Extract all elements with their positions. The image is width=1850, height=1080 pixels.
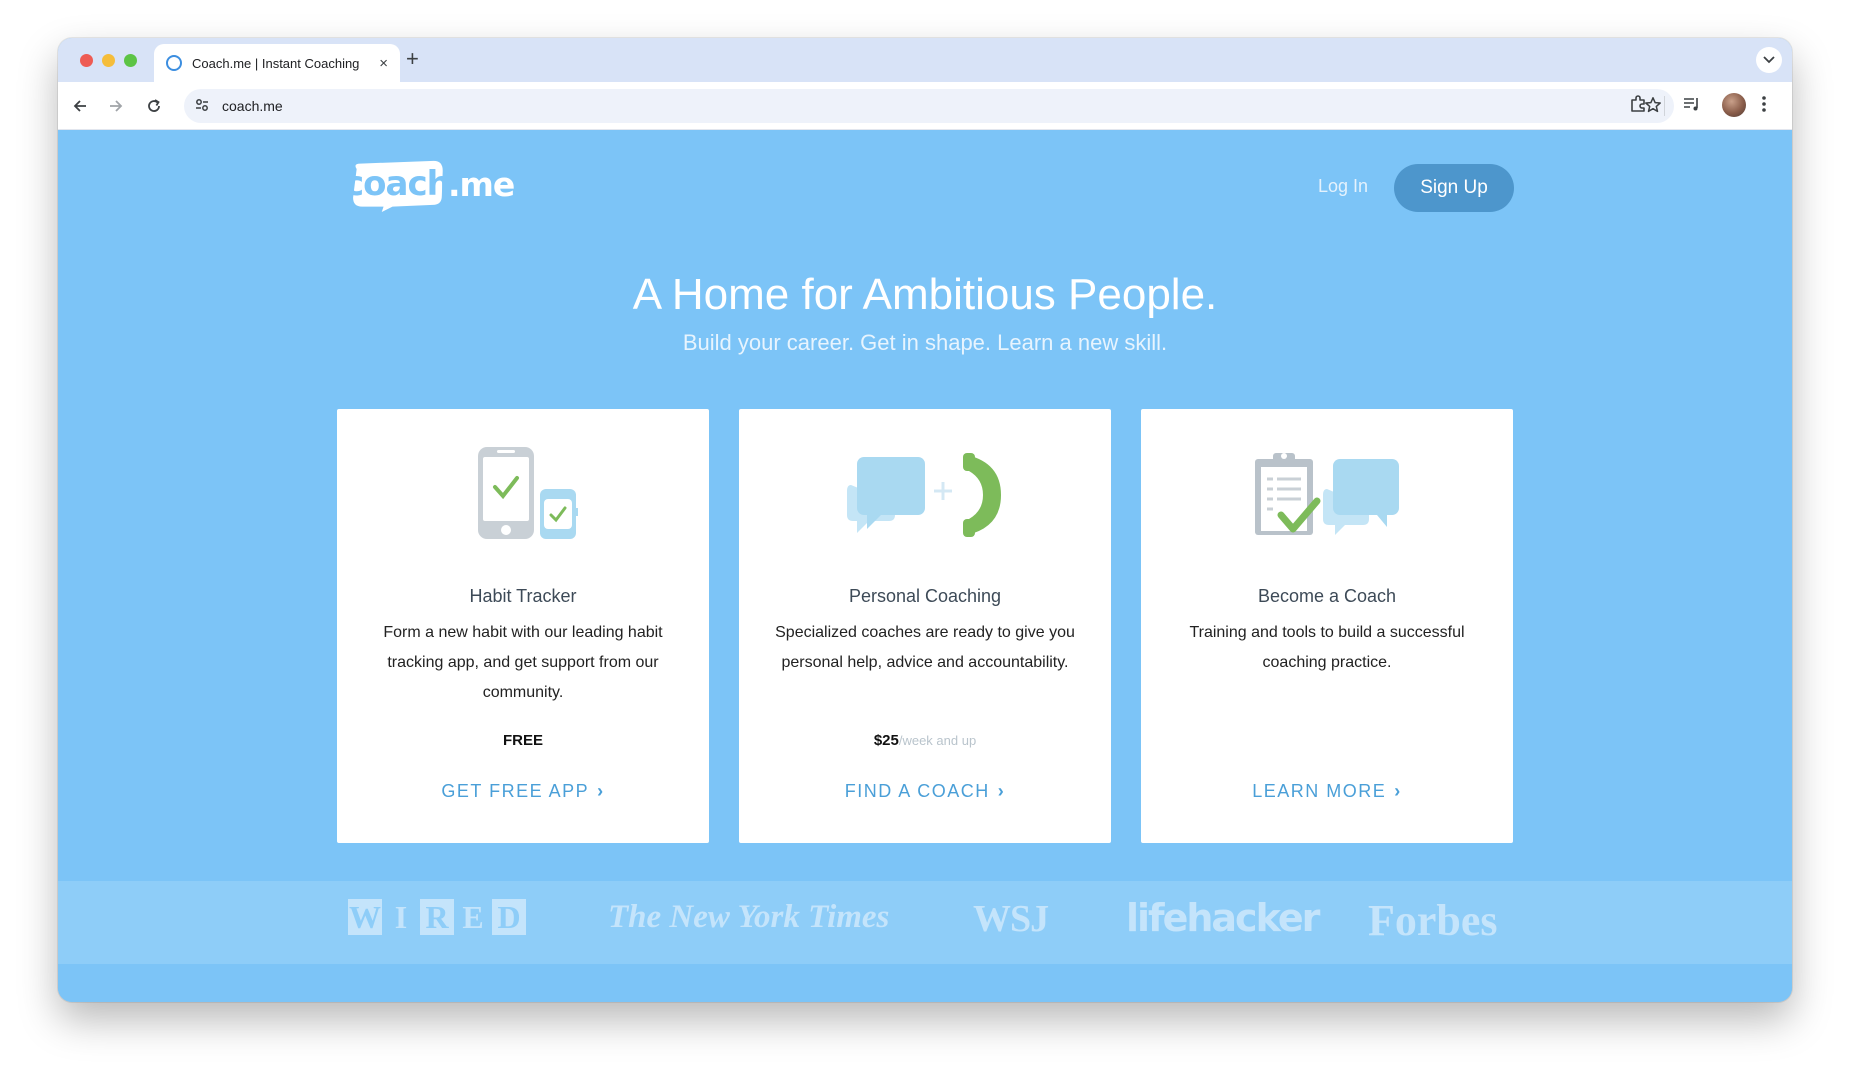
cta-label: GET FREE APP (441, 781, 590, 801)
tab-close-icon[interactable]: × (379, 55, 388, 72)
extensions-icon[interactable] (1628, 94, 1648, 114)
browser-tab-active[interactable]: Coach.me | Instant Coaching × (154, 44, 400, 82)
browser-window: Coach.me | Instant Coaching × + coach.me… (58, 38, 1792, 1002)
card-become-a-coach[interactable]: Become a Coach Training and tools to bui… (1141, 409, 1513, 843)
card-title: Become a Coach (1257, 586, 1397, 606)
price-suffix: /week and up (898, 733, 977, 748)
chevron-right-icon: › (1394, 781, 1402, 801)
wired-letter: W (348, 899, 382, 935)
get-free-app-link[interactable]: GET FREE APP › (337, 781, 709, 802)
wsj-logo: WSJ (973, 898, 1049, 940)
card-title: Personal Coaching (848, 586, 1002, 606)
chevron-right-icon: › (597, 781, 605, 801)
hero-subline: Build your career. Get in shape. Learn a… (682, 330, 1168, 355)
card-title: Habit Tracker (469, 586, 577, 606)
card-price: $25/week and up (739, 732, 1111, 749)
card-description: Training and tools to build a successful… (1189, 624, 1465, 671)
card-description: Form a new habit with our leading habit … (383, 624, 663, 701)
minimize-window-button[interactable] (102, 54, 115, 67)
toolbar-divider (1664, 96, 1665, 116)
profile-avatar[interactable] (1722, 93, 1746, 117)
wired-letter: D (492, 899, 526, 935)
wired-letter: I (394, 899, 408, 935)
card-price: FREE (337, 732, 709, 749)
forbes-logo: Forbes (1368, 896, 1498, 945)
address-bar[interactable]: coach.me (184, 89, 1674, 123)
cta-label: LEARN MORE (1252, 781, 1387, 801)
arrow-left-icon (73, 100, 86, 112)
card-personal-coaching[interactable]: Personal Coaching Specialized coaches ar… (739, 409, 1111, 843)
nyt-logo: The New York Times (608, 899, 890, 935)
logo-text-suffix: .me (448, 165, 515, 204)
arrow-right-icon (110, 100, 123, 112)
signup-button[interactable]: Sign Up (1394, 164, 1514, 212)
reload-button[interactable] (142, 94, 166, 118)
card-habit-tracker[interactable]: Habit Tracker Form a new habit with our … (337, 409, 709, 843)
kebab-menu-icon[interactable] (1761, 94, 1767, 114)
media-control-icon[interactable] (1682, 94, 1702, 114)
chevron-down-icon (1763, 56, 1775, 64)
card-description: Specialized coaches are ready to give yo… (775, 624, 1075, 671)
site-settings-icon[interactable] (194, 97, 210, 113)
wired-letter: E (462, 899, 484, 935)
new-tab-button[interactable]: + (406, 46, 419, 72)
chat-plus-phone-icon (739, 445, 1111, 545)
clipboard-chat-icon (1141, 445, 1513, 545)
coach-favicon-icon (166, 55, 182, 71)
find-a-coach-link[interactable]: FIND A COACH › (739, 781, 1111, 802)
learn-more-link[interactable]: LEARN MORE › (1141, 781, 1513, 802)
window-controls (80, 54, 137, 67)
price-value: FREE (502, 732, 543, 749)
wired-logo: W I R E D (348, 899, 526, 935)
maximize-window-button[interactable] (124, 54, 137, 67)
web-page: coach .me Log In Sign Up A Home for Ambi… (58, 130, 1792, 1002)
tab-strip: Coach.me | Instant Coaching × + (58, 38, 1792, 82)
tab-title: Coach.me | Instant Coaching (192, 55, 360, 71)
browser-toolbar: coach.me (58, 82, 1792, 130)
forward-button[interactable] (104, 94, 128, 118)
cta-label: FIND A COACH (844, 781, 990, 801)
url-text: coach.me (222, 98, 283, 114)
phone-watch-check-icon (337, 445, 709, 545)
chevron-right-icon: › (997, 781, 1006, 801)
back-button[interactable] (68, 94, 92, 118)
lifehacker-logo: lifehacker (1126, 896, 1320, 940)
logo-text-main: coach (344, 164, 451, 204)
login-link[interactable]: Log In (1318, 176, 1368, 197)
press-logos-strip: W I R E D The New York Times WSJ lifehac… (58, 881, 1792, 964)
close-window-button[interactable] (80, 54, 93, 67)
tab-search-button[interactable] (1756, 47, 1782, 73)
hero-headline: A Home for Ambitious People. (632, 270, 1218, 319)
price-value: $25 (873, 732, 899, 749)
wired-letter: R (420, 899, 454, 935)
reload-icon (148, 99, 160, 112)
